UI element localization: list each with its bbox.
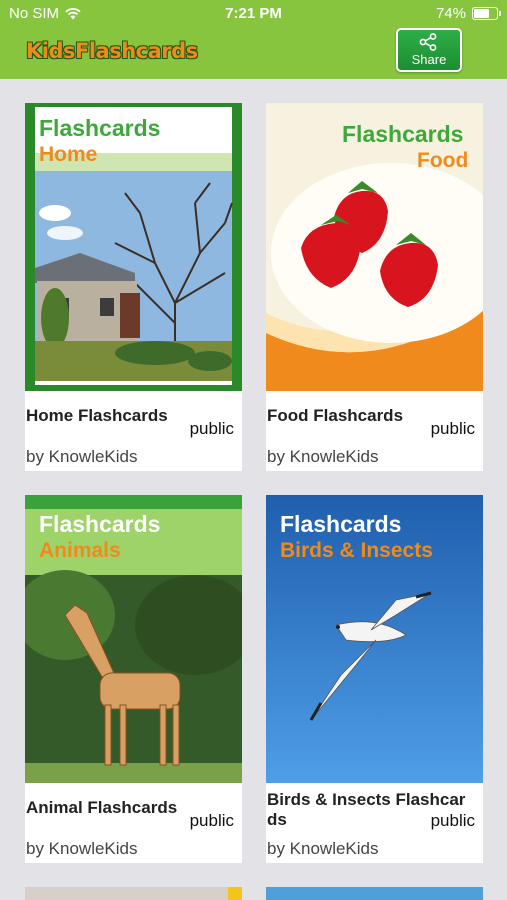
deck-card-partial-left[interactable]	[25, 887, 242, 900]
cover-title: Flashcards	[280, 511, 402, 537]
battery-icon	[472, 7, 501, 20]
share-label: Share	[411, 52, 447, 67]
cover-title: Flashcards	[39, 511, 161, 537]
cover-subtitle: Animals	[39, 539, 121, 562]
deck-cover-animals[interactable]: Flashcards Animals	[25, 495, 242, 783]
deck-author: by KnowleKids	[26, 839, 138, 858]
visibility-label: public	[430, 419, 475, 438]
partial-cover-accent	[228, 887, 242, 900]
deck-name: Animal Flashcards	[26, 798, 178, 817]
deck-card-birds-insects[interactable]: Flashcards Birds & Insects Birds & Insec…	[266, 495, 483, 863]
deck-name: Home Flashcards	[26, 406, 168, 425]
deck-author: by KnowleKids	[26, 447, 138, 466]
deck-author: by KnowleKids	[267, 447, 379, 466]
cover-subtitle: Home	[39, 143, 98, 166]
cover-title: Flashcards	[39, 115, 161, 141]
app-logo: KidsFlashcards	[26, 39, 198, 63]
visibility-label: public	[430, 811, 475, 830]
clock: 7:21 PM	[225, 5, 282, 22]
visibility-label: public	[189, 419, 234, 438]
status-bar: No SIM 7:21 PM 74%	[0, 0, 507, 28]
deck-cover-home[interactable]: Flashcards Home	[25, 103, 242, 391]
deck-author: by KnowleKids	[267, 839, 379, 858]
deck-cover-food[interactable]: Flashcards Food	[266, 103, 483, 391]
status-right: 74%	[435, 5, 501, 22]
nav-bar: KidsFlashcards Share	[0, 28, 507, 79]
share-button[interactable]: Share	[396, 28, 462, 72]
cover-title: Flashcards	[342, 121, 464, 147]
cover-subtitle: Birds & Insects	[280, 539, 433, 562]
share-icon	[419, 33, 437, 51]
deck-name-line1: Birds & Insects Flashcar	[267, 790, 466, 809]
deck-name: Food Flashcards	[267, 406, 404, 425]
deck-card-home[interactable]: Flashcards Home Home Flashcards public b…	[25, 103, 242, 471]
deck-name-line2: ds	[267, 810, 287, 829]
cover-subtitle: Food	[417, 149, 469, 172]
visibility-label: public	[189, 811, 234, 830]
deck-card-partial-right[interactable]	[266, 887, 483, 900]
battery-fill	[474, 9, 489, 18]
deck-card-animals[interactable]: Flashcards Animals Animal Flashcards pub…	[25, 495, 242, 863]
battery-percent: 74%	[435, 5, 466, 22]
deck-card-food[interactable]: Flashcards Food Food Flashcards public b…	[266, 103, 483, 471]
deck-cover-birds-insects[interactable]: Flashcards Birds & Insects	[266, 495, 483, 783]
